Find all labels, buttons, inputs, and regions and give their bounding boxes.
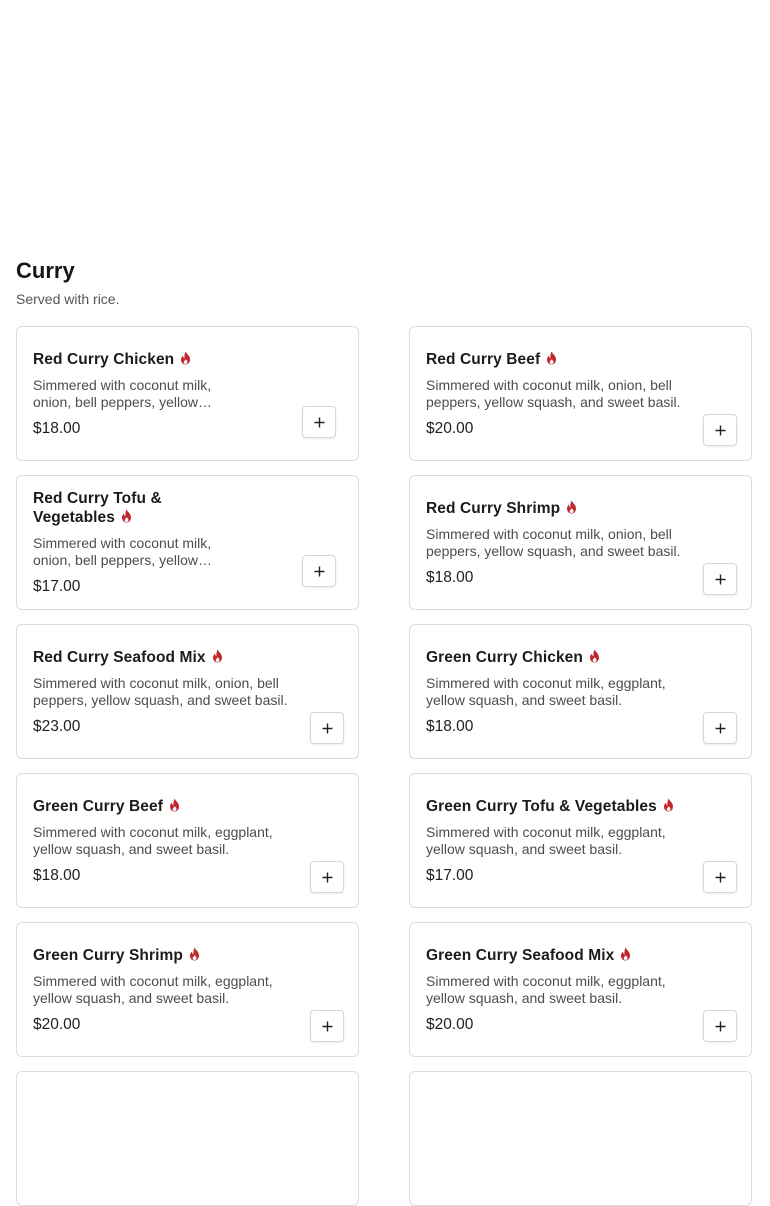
- plus-icon: [322, 872, 332, 882]
- item-description: Simmered with coconut milk, eggplant, ye…: [426, 823, 666, 857]
- add-to-cart-button[interactable]: [703, 414, 737, 446]
- add-to-cart-button[interactable]: [703, 563, 737, 595]
- menu-item-card[interactable]: Green Curry Beef Simmered with coconut m…: [16, 773, 359, 908]
- item-description: Simmered with coconut milk, onion, bell …: [33, 674, 288, 708]
- menu-item-card[interactable]: Green Curry Chicken Simmered with coconu…: [409, 624, 752, 759]
- item-description: Simmered with coconut milk, onion, bell …: [426, 376, 681, 410]
- add-to-cart-button[interactable]: [310, 712, 344, 744]
- item-description: Simmered with coconut milk, onion, bell …: [33, 535, 212, 568]
- item-price: $17.00: [33, 578, 81, 595]
- item-description: Simmered with coconut milk, eggplant, ye…: [33, 823, 273, 857]
- menu-item-card[interactable]: [409, 1071, 752, 1206]
- item-price: $17.00: [426, 866, 474, 884]
- item-name: Red Curry Seafood Mix: [33, 648, 308, 667]
- add-to-cart-button[interactable]: [310, 861, 344, 893]
- flame-icon: [122, 509, 131, 523]
- plus-icon: [715, 425, 725, 435]
- plus-icon: [322, 723, 332, 733]
- menu-item-card[interactable]: Green Curry Shrimp Simmered with coconut…: [16, 922, 359, 1057]
- add-to-cart-button[interactable]: [302, 555, 336, 587]
- add-to-cart-button[interactable]: [703, 712, 737, 744]
- item-description: Simmered with coconut milk, eggplant, ye…: [33, 972, 273, 1006]
- menu-item-card[interactable]: Red Curry Beef Simmered with coconut mil…: [409, 326, 752, 461]
- menu-item-card[interactable]: Red Curry Chicken Simmered with coconut …: [16, 326, 359, 461]
- flame-icon: [212, 649, 222, 662]
- add-to-cart-button[interactable]: [703, 861, 737, 893]
- flame-icon: [567, 500, 577, 513]
- plus-icon: [715, 872, 725, 882]
- menu-item-card[interactable]: Red Curry Tofu & Vegetables Simmered wit…: [16, 475, 359, 610]
- item-name: Green Curry Chicken: [426, 648, 701, 667]
- item-description: Simmered with coconut milk, onion, bell …: [426, 525, 681, 559]
- item-description: Simmered with coconut milk, eggplant, ye…: [426, 674, 666, 708]
- add-to-cart-button[interactable]: [302, 406, 336, 438]
- menu-item-card[interactable]: [16, 1071, 359, 1206]
- item-name: Red Curry Shrimp: [426, 499, 701, 518]
- plus-icon: [314, 566, 324, 576]
- plus-icon: [715, 574, 725, 584]
- plus-icon: [715, 1021, 725, 1031]
- item-price: $20.00: [426, 1015, 474, 1033]
- item-price: $18.00: [426, 717, 474, 735]
- item-name: Green Curry Tofu & Vegetables: [426, 797, 701, 816]
- item-description: Simmered with coconut milk, onion, bell …: [33, 376, 212, 410]
- section-title: Curry: [16, 258, 75, 283]
- item-name: Red Curry Chicken: [33, 350, 213, 369]
- item-name: Red Curry Tofu & Vegetables: [33, 490, 162, 526]
- item-price: $20.00: [33, 1015, 81, 1033]
- menu-item-card[interactable]: Green Curry Tofu & Vegetables Simmered w…: [409, 773, 752, 908]
- item-name: Green Curry Shrimp: [33, 946, 308, 965]
- flame-icon: [589, 649, 599, 662]
- flame-icon: [189, 947, 199, 960]
- add-to-cart-button[interactable]: [310, 1010, 344, 1042]
- item-name: Green Curry Beef: [33, 797, 308, 816]
- flame-icon: [181, 351, 191, 364]
- item-name: Red Curry Beef: [426, 350, 701, 369]
- item-price: $18.00: [33, 866, 81, 884]
- menu-item-card[interactable]: Red Curry Seafood Mix Simmered with coco…: [16, 624, 359, 759]
- section-subtitle: Served with rice.: [16, 291, 120, 307]
- menu-item-card[interactable]: Green Curry Seafood Mix Simmered with co…: [409, 922, 752, 1057]
- item-price: $18.00: [33, 419, 81, 437]
- flame-icon: [663, 798, 673, 811]
- item-name: Green Curry Seafood Mix: [426, 946, 701, 965]
- item-price: $20.00: [426, 419, 474, 437]
- flame-icon: [547, 351, 557, 364]
- plus-icon: [314, 417, 324, 427]
- item-price: $23.00: [33, 717, 81, 735]
- curry-section: Curry Served with rice. Red Curry Chicke…: [16, 256, 754, 1206]
- plus-icon: [322, 1021, 332, 1031]
- flame-icon: [169, 798, 179, 811]
- plus-icon: [715, 723, 725, 733]
- add-to-cart-button[interactable]: [703, 1010, 737, 1042]
- flame-icon: [621, 947, 631, 960]
- menu-item-card[interactable]: Red Curry Shrimp Simmered with coconut m…: [409, 475, 752, 610]
- item-description: Simmered with coconut milk, eggplant, ye…: [426, 972, 666, 1006]
- item-price: $18.00: [426, 568, 474, 586]
